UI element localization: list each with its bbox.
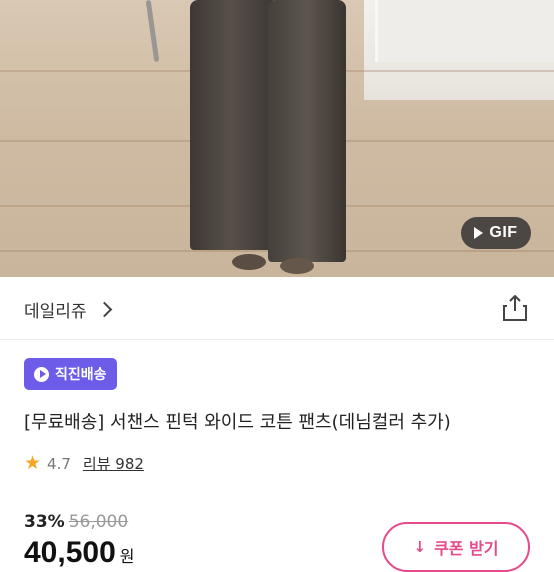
currency-unit: 원 (119, 547, 135, 566)
chevron-right-icon (96, 301, 112, 318)
gif-label: GIF (489, 224, 518, 241)
pants-leg-left (190, 0, 280, 250)
shoe-right (280, 258, 314, 274)
original-price: 56,000 (68, 512, 129, 532)
shop-row: 데일리쥬 (0, 277, 554, 339)
pants-leg-right (268, 0, 346, 262)
coupon-button[interactable]: ↓ 쿠폰 받기 (382, 522, 530, 572)
discount-rate: 33% (24, 512, 65, 532)
shop-link[interactable]: 데일리쥬 (24, 297, 112, 322)
share-icon[interactable] (502, 294, 528, 322)
shop-name: 데일리쥬 (24, 302, 87, 322)
shoe-left (232, 254, 266, 270)
price-row: 40,500 원 (24, 536, 135, 570)
product-image[interactable]: GIF (0, 0, 554, 277)
star-icon: ★ (24, 452, 42, 474)
sale-price: 40,500 (24, 536, 116, 569)
gif-play-button[interactable]: GIF (461, 217, 531, 249)
coupon-label: 쿠폰 받기 (434, 539, 499, 558)
chair-leg (145, 0, 160, 63)
download-icon: ↓ (413, 537, 427, 556)
rating-row: ★ 4.7 리뷰 982 (24, 453, 144, 474)
reviews-link[interactable]: 리뷰 982 (83, 453, 144, 474)
discount-row: 33% 56,000 (24, 512, 128, 532)
direct-shipping-badge: 직진배송 (24, 358, 117, 390)
rating-score: 4.7 (47, 454, 71, 473)
badge-label: 직진배송 (55, 367, 107, 383)
shipping-arrow-icon (34, 366, 49, 382)
background-wall (364, 0, 554, 100)
divider (0, 339, 554, 340)
product-title: [무료배송] 서챈스 핀턱 와이드 코튼 팬츠(데님컬러 추가) (24, 412, 451, 433)
play-icon (474, 227, 484, 239)
